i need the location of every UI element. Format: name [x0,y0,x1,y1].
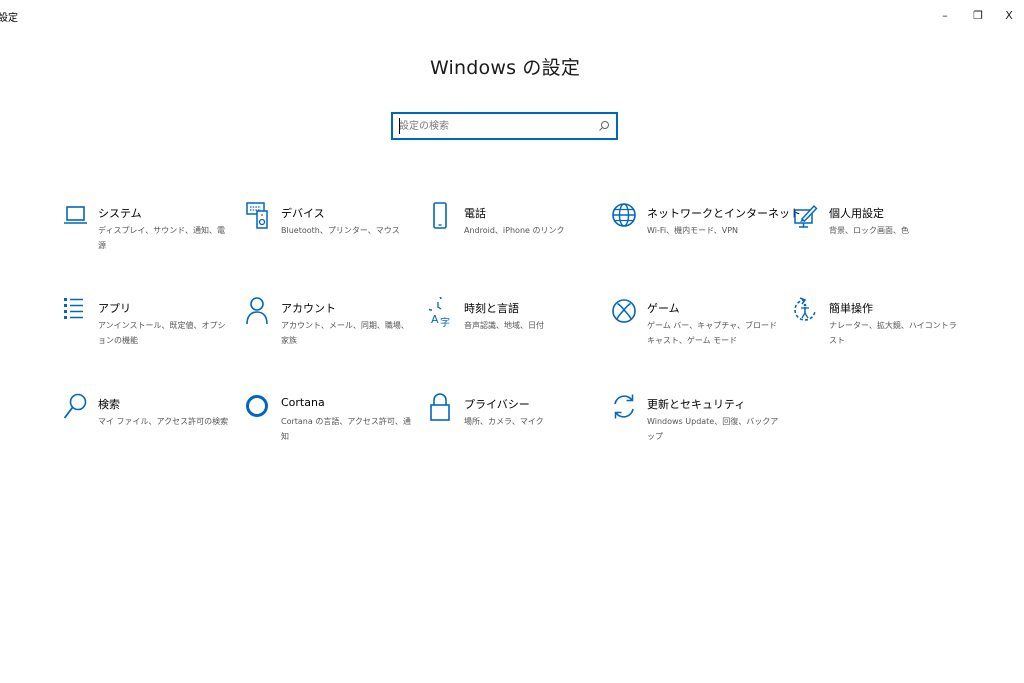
lock-icon [429,393,455,423]
tile-name: 電話 [464,207,486,220]
minimize-button[interactable]: – [928,0,962,30]
maximize-button[interactable]: ❐ [961,0,995,30]
search-icon [63,393,89,423]
tile-apps[interactable]: アプリ アンインストール、既定値、オプションの機能 [63,297,233,367]
tile-description: 場所、カメラ、マイク [464,417,544,426]
tile-description: ナレーター、拡大鏡、ハイコントラスト [829,321,957,345]
tile-name: Cortana [281,396,325,409]
window-title: 設定 [0,13,18,24]
tile-time-language[interactable]: A字 時刻と言語 音声認識、地域、日付 [429,297,599,367]
tile-name: ネットワークとインターネット [647,207,801,220]
tile-cortana[interactable]: Cortana Cortana の言語、アクセス許可、通知 [246,393,416,463]
page-title: Windows の設定 [429,57,581,79]
tile-description: ゲーム バー、キャプチャ、ブロードキャスト、ゲーム モード [647,321,777,345]
search-box[interactable] [391,112,618,140]
tile-name: 検索 [98,398,120,411]
person-icon [246,297,272,327]
tile-description: ディスプレイ、サウンド、通知、電源 [98,226,225,250]
tile-description: 音声認識、地域、日付 [464,321,544,330]
tile-name: ゲーム [647,302,680,315]
ease-of-access-icon [794,297,820,327]
personalization-icon [794,202,820,232]
title-bar: 設定 – ❐ X [0,0,1024,30]
tile-description: アンインストール、既定値、オプションの機能 [98,321,226,345]
tile-devices[interactable]: デバイス Bluetooth、プリンター、マウス [246,202,416,272]
laptop-icon [63,202,89,232]
minimize-icon: – [942,8,948,22]
xbox-icon [612,297,638,327]
tile-system[interactable]: システム ディスプレイ、サウンド、通知、電源 [63,202,233,272]
tile-description: Cortana の言語、アクセス許可、通知 [281,417,411,441]
devices-icon [246,202,272,232]
globe-icon [612,202,638,232]
tile-name: 簡単操作 [829,302,873,315]
time-language-icon: A字 [429,297,455,327]
tile-description: Android、iPhone のリンク [464,226,565,235]
svg-text:A: A [431,313,439,326]
cortana-icon [246,393,272,423]
sync-icon [612,393,638,423]
tile-description: 背景、ロック画面、色 [829,226,909,235]
tile-name: 個人用設定 [829,207,884,220]
tile-name: デバイス [281,207,325,220]
tile-gaming[interactable]: ゲーム ゲーム バー、キャプチャ、ブロードキャスト、ゲーム モード [612,297,782,367]
svg-text:字: 字 [440,316,450,327]
tile-name: システム [98,207,142,220]
tile-privacy[interactable]: プライバシー 場所、カメラ、マイク [429,393,599,463]
tile-phone[interactable]: 電話 Android、iPhone のリンク [429,202,599,272]
tile-description: マイ ファイル、アクセス許可の検索 [98,417,229,426]
tile-name: 更新とセキュリティ [647,398,746,411]
tile-description: Windows Update、回復、バックアップ [647,417,779,441]
search-icon[interactable] [597,119,611,133]
close-button[interactable]: X [992,0,1024,30]
tile-search[interactable]: 検索 マイ ファイル、アクセス許可の検索 [63,393,233,463]
tile-description: Wi-Fi、機内モード、VPN [647,226,739,235]
close-icon: X [1005,8,1013,22]
apps-list-icon [63,297,89,327]
tile-name: アプリ [98,302,131,315]
tile-personalization[interactable]: 個人用設定 背景、ロック画面、色 [794,202,964,272]
tile-network[interactable]: ネットワークとインターネット Wi-Fi、機内モード、VPN [612,202,801,272]
tile-ease-of-access[interactable]: 簡単操作 ナレーター、拡大鏡、ハイコントラスト [794,297,964,367]
tile-description: アカウント、メール、同期、職場、家族 [281,321,409,345]
search-input[interactable] [399,117,595,135]
tile-name: 時刻と言語 [464,302,519,315]
phone-icon [429,202,455,232]
tile-name: プライバシー [464,398,530,411]
restore-icon: ❐ [973,8,983,22]
tile-name: アカウント [281,302,336,315]
tile-accounts[interactable]: アカウント アカウント、メール、同期、職場、家族 [246,297,416,367]
tile-update-security[interactable]: 更新とセキュリティ Windows Update、回復、バックアップ [612,393,782,463]
tile-description: Bluetooth、プリンター、マウス [281,226,400,235]
